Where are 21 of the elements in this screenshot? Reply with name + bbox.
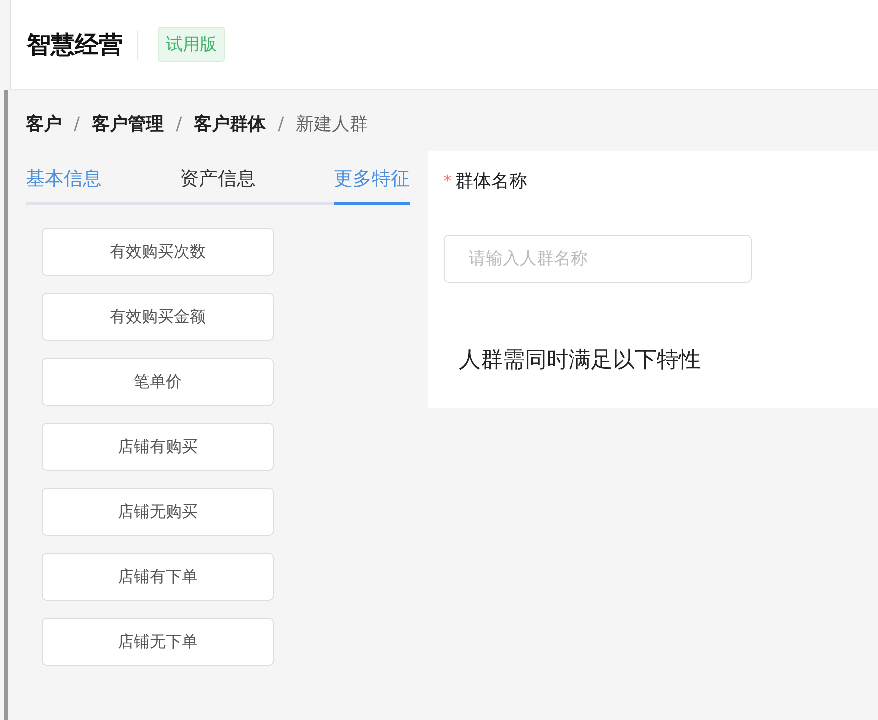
feature-button[interactable]: 笔单价 <box>42 358 274 406</box>
breadcrumb-separator: / <box>74 114 80 134</box>
feature-button[interactable]: 店铺有购买 <box>42 423 274 471</box>
breadcrumb-item[interactable]: 客户 <box>26 112 62 136</box>
required-mark: * <box>444 172 452 190</box>
app-title: 智慧经营 <box>27 30 123 60</box>
trial-badge: 试用版 <box>158 27 225 62</box>
field-label: 群体名称 <box>456 170 528 193</box>
feature-button[interactable]: 店铺有下单 <box>42 553 274 601</box>
feature-button[interactable]: 店铺无下单 <box>42 618 274 666</box>
breadcrumb-item: 新建人群 <box>296 113 368 136</box>
feature-button[interactable]: 有效购买金额 <box>42 293 274 341</box>
breadcrumb-item[interactable]: 客户管理 <box>92 112 164 136</box>
feature-button[interactable]: 店铺无购买 <box>42 488 274 536</box>
feature-button[interactable]: 有效购买次数 <box>42 228 274 276</box>
condition-title: 人群需同时满足以下特性 <box>459 347 702 375</box>
breadcrumb-item[interactable]: 客户群体 <box>194 112 266 136</box>
tab[interactable]: 资产信息 <box>180 160 256 205</box>
breadcrumb-separator: / <box>278 114 284 134</box>
name-input-field[interactable]: 请输入人群名称 <box>444 235 752 283</box>
breadcrumb-separator: / <box>176 114 182 134</box>
